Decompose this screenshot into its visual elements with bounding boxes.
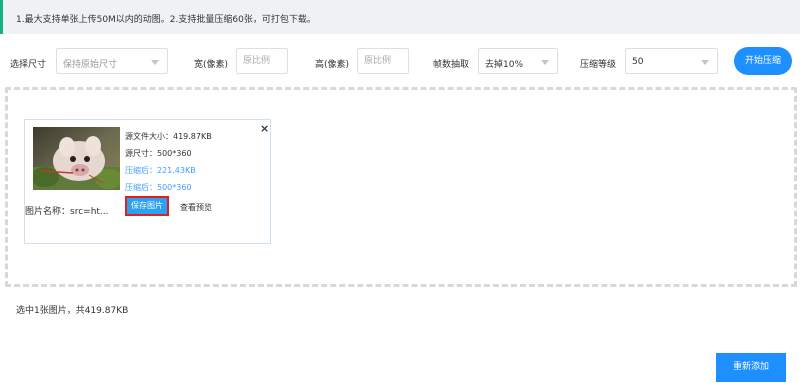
chevron-down-icon bbox=[541, 60, 549, 65]
frame-select-value: 去掉10% bbox=[485, 60, 524, 70]
compression-controls: 选择尺寸 保持原始尺寸 宽(像素) 高(像素) 帧数抽取 去掉10% 压缩等级 … bbox=[0, 44, 800, 78]
size-label: 选择尺寸 bbox=[10, 60, 47, 70]
width-field[interactable] bbox=[236, 48, 288, 74]
view-preview-link[interactable]: 查看预览 bbox=[180, 202, 212, 213]
size-select-value: 保持原始尺寸 bbox=[63, 60, 118, 70]
start-compress-button[interactable]: 开始压缩 bbox=[734, 47, 792, 75]
save-image-button[interactable]: 保存图片 bbox=[125, 196, 169, 216]
height-field[interactable] bbox=[357, 48, 409, 74]
width-input[interactable] bbox=[237, 49, 287, 73]
compressed-dimensions: 压缩后：500*360 bbox=[125, 183, 192, 192]
frame-select[interactable]: 去掉10% bbox=[478, 48, 558, 74]
chevron-down-icon bbox=[151, 60, 159, 65]
selection-summary: 选中1张图片，共419.87KB bbox=[16, 306, 129, 316]
image-name-value: src=ht... bbox=[70, 207, 109, 217]
original-size: 源文件大小：419.87KB bbox=[125, 132, 212, 141]
image-thumbnail bbox=[33, 127, 120, 190]
notice-banner: 1.最大支持单张上传50M以内的动图。2.支持批量压缩60张，可打包下载。 bbox=[0, 0, 800, 34]
frame-label: 帧数抽取 bbox=[433, 60, 470, 70]
image-name-label: 图片名称： bbox=[25, 207, 71, 217]
close-icon[interactable]: × bbox=[260, 123, 269, 134]
level-select[interactable]: 50 bbox=[625, 48, 718, 74]
notice-text: 1.最大支持单张上传50M以内的动图。2.支持批量压缩60张，可打包下载。 bbox=[16, 15, 316, 25]
image-name-row: 图片名称：src=ht... bbox=[25, 204, 109, 217]
width-label: 宽(像素) bbox=[194, 60, 229, 70]
chevron-down-icon bbox=[701, 60, 709, 65]
size-select[interactable]: 保持原始尺寸 bbox=[56, 48, 168, 74]
thumbnail-image bbox=[33, 127, 120, 190]
file-card: × 源文件大小：419.87KB 源尺寸：500*360 压缩后：221.43K… bbox=[24, 119, 271, 244]
level-select-value: 50 bbox=[632, 57, 644, 67]
height-label: 高(像素) bbox=[315, 60, 350, 70]
compressed-size: 压缩后：221.43KB bbox=[125, 166, 196, 175]
readd-button[interactable]: 重新添加 bbox=[716, 353, 786, 382]
original-dimensions: 源尺寸：500*360 bbox=[125, 149, 192, 158]
level-label: 压缩等级 bbox=[580, 60, 617, 70]
height-input[interactable] bbox=[358, 49, 408, 73]
